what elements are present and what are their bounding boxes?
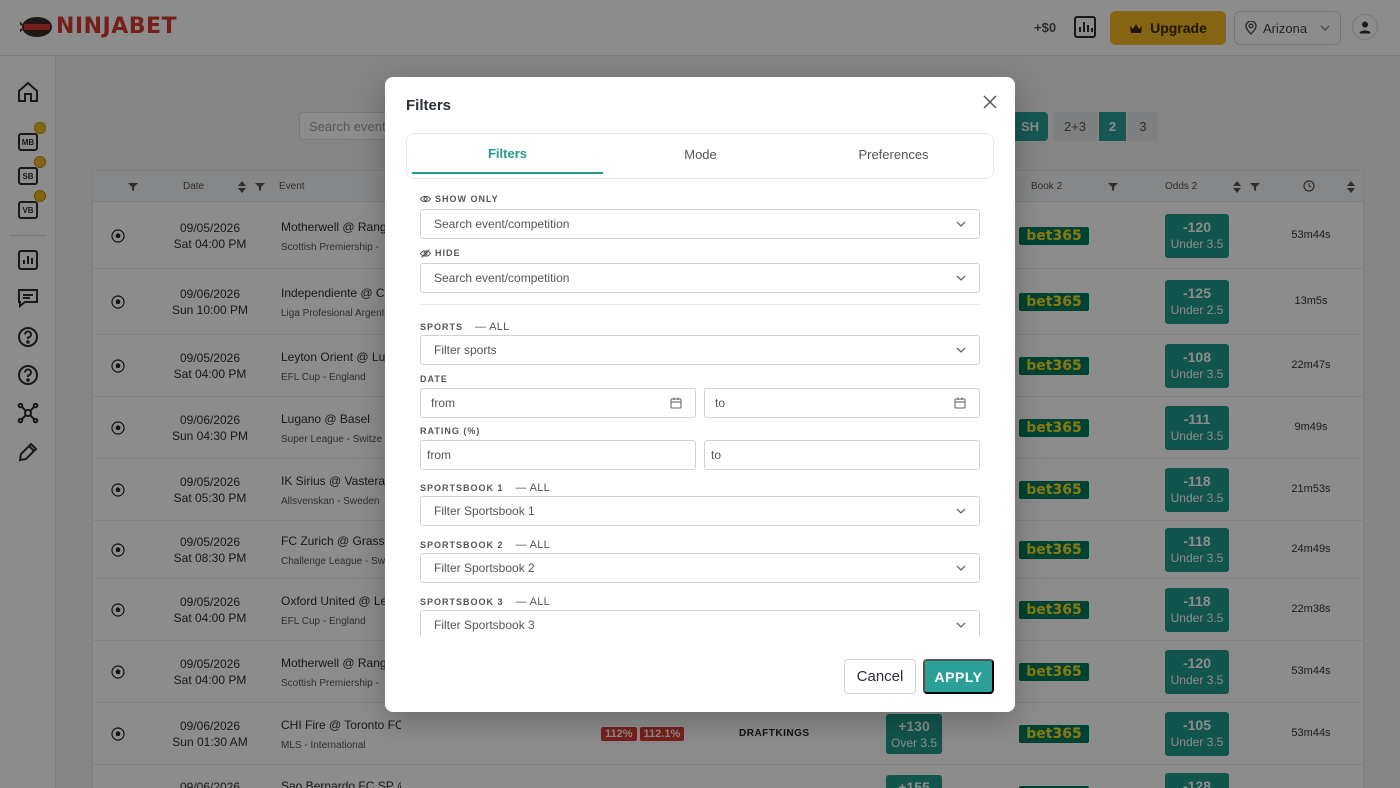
calendar-icon[interactable] [670,397,682,409]
sportsbook2-select[interactable]: Filter Sportsbook 2 [420,553,980,583]
chevron-down-icon [956,275,966,281]
date-from-input[interactable]: from [420,388,696,418]
show-only-placeholder: Search event/competition [434,217,570,231]
sportsbook2-label: SPORTSBOOK 2— ALL [420,539,551,551]
eye-icon [420,195,431,203]
tab-filters[interactable]: Filters [412,134,603,174]
sportsbook3-select[interactable]: Filter Sportsbook 3 [420,610,980,636]
rating-to-input[interactable]: to [704,440,980,470]
cancel-button[interactable]: Cancel [844,659,916,694]
chevron-down-icon [956,347,966,353]
form-divider [420,304,980,305]
calendar-icon[interactable] [954,397,966,409]
sportsbook1-select[interactable]: Filter Sportsbook 1 [420,496,980,526]
hide-select[interactable]: Search event/competition [420,263,980,293]
show-only-select[interactable]: Search event/competition [420,209,980,239]
date-to-input[interactable]: to [704,388,980,418]
modal-title: Filters [406,97,452,114]
chevron-down-icon [956,221,966,227]
sports-placeholder: Filter sports [434,343,497,357]
apply-button[interactable]: APPLY [923,659,994,694]
hide-label: HIDE [420,248,461,258]
filters-modal: Filters Filters Mode Preferences SHOW ON… [385,77,1015,712]
rating-label: RATING (%) [420,426,481,436]
sportsbook1-label: SPORTSBOOK 1— ALL [420,482,551,494]
chevron-down-icon [956,622,966,628]
chevron-down-icon [956,565,966,571]
close-icon[interactable] [981,93,999,111]
chevron-down-icon [956,508,966,514]
hide-placeholder: Search event/competition [434,271,570,285]
tab-preferences[interactable]: Preferences [798,134,989,174]
sports-select[interactable]: Filter sports [420,335,980,365]
eye-off-icon [420,248,431,258]
filters-form: SHOW ONLY Search event/competition HIDE … [420,191,980,636]
sportsbook3-label: SPORTSBOOK 3— ALL [420,596,551,608]
date-label: DATE [420,374,448,384]
show-only-label: SHOW ONLY [420,194,499,204]
tab-mode[interactable]: Mode [605,134,796,174]
sports-label: SPORTS — ALL [420,321,510,333]
rating-from-input[interactable]: from [420,440,696,470]
modal-tabs: Filters Mode Preferences [406,133,994,179]
